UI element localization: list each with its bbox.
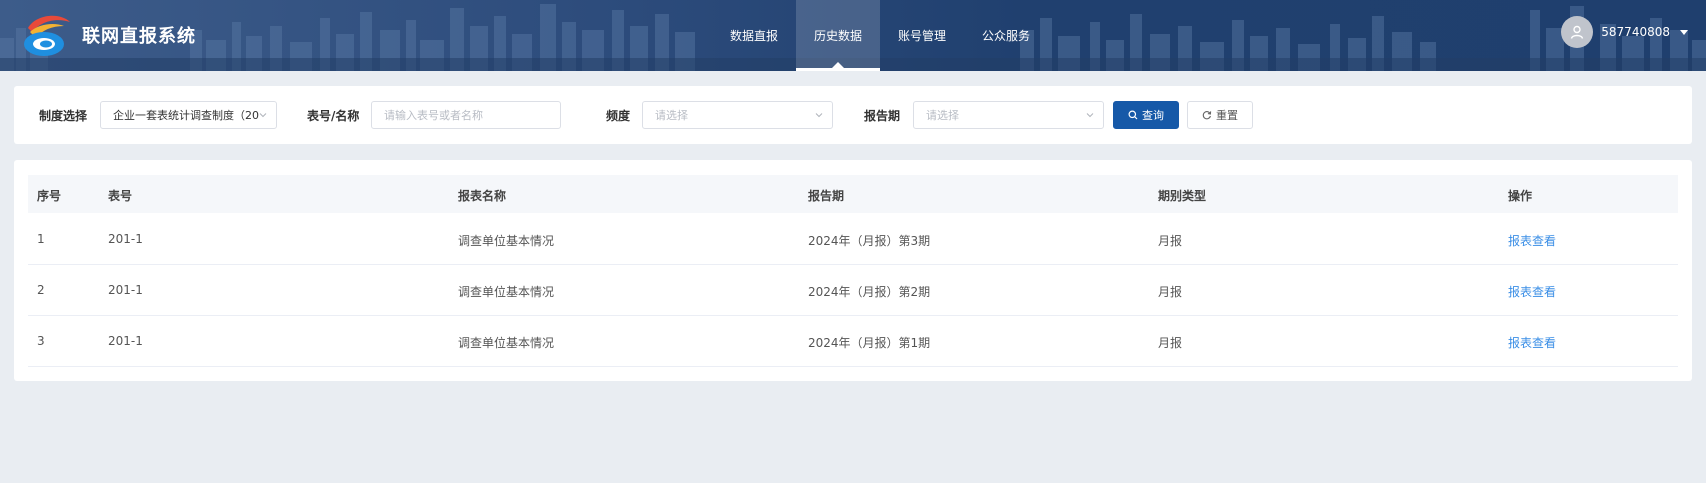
period-placeholder: 请选择: [926, 109, 959, 122]
main-nav: 数据直报 历史数据 账号管理 公众服务: [712, 0, 1048, 71]
column-header-type: 期别类型: [1158, 189, 1207, 203]
cell-name: 调查单位基本情况: [458, 234, 555, 248]
view-report-link[interactable]: 报表查看: [1508, 283, 1556, 300]
cell-name: 调查单位基本情况: [458, 285, 555, 299]
cell-index: 2: [37, 283, 45, 297]
refresh-icon: [1202, 111, 1212, 120]
cell-period: 2024年（月报）第2期: [808, 285, 931, 299]
cell-code: 201-1: [108, 334, 143, 348]
app-title: 联网直报系统: [82, 26, 196, 47]
view-report-link[interactable]: 报表查看: [1508, 232, 1556, 249]
system-select-value: 企业一套表统计调查制度（20: [113, 109, 259, 122]
chevron-down-icon: [1680, 29, 1688, 35]
column-header-action: 操作: [1508, 189, 1533, 203]
table-row: 2 201-1 调查单位基本情况 2024年（月报）第2期 月报 报表查看: [28, 265, 1678, 316]
table-row: 3 201-1 调查单位基本情况 2024年（月报）第1期 月报 报表查看: [28, 316, 1678, 367]
frequency-placeholder: 请选择: [655, 109, 688, 122]
system-label: 制度选择: [39, 109, 88, 123]
period-select[interactable]: 请选择: [913, 101, 1104, 129]
user-icon: [1571, 25, 1584, 39]
nav-public-service[interactable]: 公众服务: [964, 0, 1048, 71]
frequency-label: 频度: [606, 109, 631, 123]
column-header-period: 报告期: [808, 189, 845, 203]
filter-panel: 制度选择 企业一套表统计调查制度（20 表号/名称 请输入表号或者名称 频度 请…: [14, 86, 1692, 144]
chevron-down-icon: [815, 113, 823, 118]
search-icon: [1128, 110, 1138, 120]
nav-account-management[interactable]: 账号管理: [880, 0, 964, 71]
period-label: 报告期: [864, 109, 901, 123]
cell-period: 2024年（月报）第3期: [808, 234, 931, 248]
table-header: 序号 表号 报表名称 报告期 期别类型 操作: [28, 175, 1678, 213]
code-search-input[interactable]: 请输入表号或者名称: [371, 101, 561, 129]
user-menu[interactable]: 587740808: [1561, 16, 1688, 48]
table-row: 1 201-1 调查单位基本情况 2024年（月报）第3期 月报 报表查看: [28, 214, 1678, 265]
reset-button-label: 重置: [1216, 109, 1238, 122]
history-table-panel: 序号 表号 报表名称 报告期 期别类型 操作 1 201-1 调查单位基本情况 …: [14, 160, 1692, 381]
code-label: 表号/名称: [307, 109, 360, 123]
view-report-link[interactable]: 报表查看: [1508, 334, 1556, 351]
logo-icon: [24, 15, 70, 56]
column-header-index: 序号: [37, 189, 62, 203]
avatar: [1561, 16, 1594, 48]
top-header: 联网直报系统 数据直报 历史数据 账号管理 公众服务 587740808: [0, 0, 1706, 71]
code-search-placeholder: 请输入表号或者名称: [384, 109, 483, 122]
search-button-label: 查询: [1142, 109, 1164, 122]
cell-type: 月报: [1158, 234, 1183, 248]
cell-code: 201-1: [108, 232, 143, 246]
cell-period: 2024年（月报）第1期: [808, 336, 931, 350]
search-button[interactable]: 查询: [1113, 101, 1179, 129]
cell-code: 201-1: [108, 283, 143, 297]
cell-index: 1: [37, 232, 45, 246]
system-select[interactable]: 企业一套表统计调查制度（20: [100, 101, 277, 129]
cell-type: 月报: [1158, 285, 1183, 299]
nav-history-data[interactable]: 历史数据: [796, 0, 881, 71]
user-name: 587740808: [1601, 25, 1670, 39]
reset-button[interactable]: 重置: [1187, 101, 1253, 129]
nav-data-report[interactable]: 数据直报: [712, 0, 796, 71]
cell-type: 月报: [1158, 336, 1183, 350]
chevron-down-icon: [259, 113, 267, 118]
column-header-name: 报表名称: [458, 189, 507, 203]
chevron-down-icon: [1086, 113, 1094, 118]
app-logo[interactable]: 联网直报系统: [18, 10, 196, 60]
column-header-code: 表号: [108, 189, 133, 203]
frequency-select[interactable]: 请选择: [642, 101, 833, 129]
cell-name: 调查单位基本情况: [458, 336, 555, 350]
cell-index: 3: [37, 334, 45, 348]
